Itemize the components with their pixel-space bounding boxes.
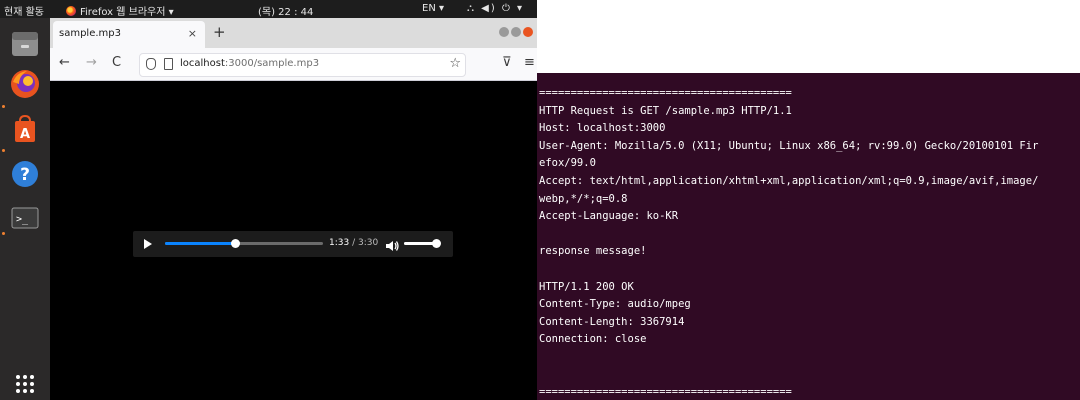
progress-thumb[interactable] <box>230 239 240 248</box>
terminal-line: Host: localhost:3000 <box>539 122 666 135</box>
terminal-line: Content-Length: 3367914 <box>539 315 685 328</box>
terminal-line: response message! <box>539 245 647 258</box>
duration: 3:30 <box>357 238 379 248</box>
forward-button[interactable]: → <box>86 55 97 70</box>
url-path: :3000/sample.mp3 <box>224 58 320 69</box>
tab-sample-mp3[interactable]: sample.mp3 × <box>53 21 205 48</box>
play-icon[interactable] <box>144 239 152 249</box>
volume-slider[interactable] <box>404 239 442 248</box>
terminal-line: ======================================== <box>539 386 792 399</box>
back-button[interactable]: ← <box>59 55 70 70</box>
firefox-icon <box>66 5 76 16</box>
firefox-window: sample.mp3 × + ← → C localhost:3000/samp… <box>50 18 537 400</box>
progress-slider[interactable] <box>165 239 323 248</box>
terminal-line: Accept: text/html,application/xhtml+xml,… <box>539 174 1039 187</box>
shield-icon[interactable] <box>146 58 156 70</box>
current-time: 1:33 <box>329 238 350 248</box>
terminal-line: webp,*/*;q=0.8 <box>539 192 628 205</box>
volume-icon[interactable] <box>385 237 399 256</box>
dock: A ? >_ <box>0 18 50 400</box>
running-indicator <box>2 105 5 108</box>
window-controls <box>499 27 533 37</box>
terminal-window: ========================================… <box>537 73 1080 400</box>
navigation-toolbar: ← → C localhost:3000/sample.mp3 ☆ ⊽ ≡ <box>50 48 537 81</box>
app-menu[interactable]: Firefox 웹 브라우저 ▾ <box>66 3 174 18</box>
terminal-line: Accept-Language: ko-KR <box>539 210 679 223</box>
time-display: 1:33 / 3:30 <box>329 238 378 248</box>
clock[interactable]: (목) 22 : 44 <box>258 3 313 18</box>
svg-text:?: ? <box>20 165 30 185</box>
time-separator: / <box>349 238 358 248</box>
running-indicator <box>2 149 5 152</box>
terminal-line: User-Agent: Mozilla/5.0 (X11; Ubuntu; Li… <box>539 139 1039 152</box>
activities-button[interactable]: 현재 활동 <box>4 3 44 18</box>
reload-button[interactable]: C <box>112 55 121 70</box>
software-center-icon[interactable]: A <box>9 113 41 145</box>
terminal-line: HTTP/1.1 200 OK <box>539 280 634 293</box>
terminal-line: efox/99.0 <box>539 157 596 170</box>
terminal-line: Connection: close <box>539 333 647 346</box>
tab-title: sample.mp3 <box>59 28 121 39</box>
page-icon[interactable] <box>164 58 173 70</box>
pocket-icon[interactable]: ⊽ <box>502 55 512 70</box>
terminal-output: ========================================… <box>537 73 1080 400</box>
progress-fill <box>165 242 235 245</box>
top-bar: 현재 활동 Firefox 웹 브라우저 ▾ (목) 22 : 44 EN ▾ … <box>0 0 537 18</box>
maximize-button[interactable] <box>511 27 521 37</box>
terminal-icon[interactable]: >_ <box>9 202 41 234</box>
volume-thumb[interactable] <box>432 239 442 248</box>
show-apps-icon[interactable] <box>9 368 41 400</box>
language-indicator[interactable]: EN ▾ <box>422 3 444 14</box>
url-text: localhost:3000/sample.mp3 <box>180 58 319 69</box>
app-menu-label: Firefox 웹 브라우저 ▾ <box>80 7 174 18</box>
help-icon[interactable]: ? <box>9 158 41 190</box>
ubuntu-desktop-screenshot: 현재 활동 Firefox 웹 브라우저 ▾ (목) 22 : 44 EN ▾ … <box>0 0 537 400</box>
tab-bar: sample.mp3 × + <box>50 18 537 48</box>
system-menu[interactable]: ⛬ ◀) ⏻ ▾ <box>467 3 524 14</box>
bookmark-star-icon[interactable]: ☆ <box>449 56 461 71</box>
url-bar[interactable]: localhost:3000/sample.mp3 ☆ <box>139 53 466 77</box>
terminal-line: ======================================== <box>539 87 792 99</box>
terminal-line: Content-Type: audio/mpeg <box>539 298 691 311</box>
terminal-line: HTTP Request is GET /sample.mp3 HTTP/1.1 <box>539 104 792 117</box>
audio-player: 1:33 / 3:30 <box>133 231 453 257</box>
close-tab-icon[interactable]: × <box>188 27 197 40</box>
firefox-icon[interactable] <box>9 68 41 100</box>
menu-icon[interactable]: ≡ <box>524 55 535 70</box>
files-icon[interactable] <box>9 28 41 60</box>
minimize-button[interactable] <box>499 27 509 37</box>
url-host: localhost <box>180 58 225 69</box>
running-indicator <box>2 232 5 235</box>
svg-text:A: A <box>20 127 30 142</box>
svg-text:>_: >_ <box>16 214 29 225</box>
close-window-button[interactable] <box>523 27 533 37</box>
new-tab-button[interactable]: + <box>213 23 226 41</box>
